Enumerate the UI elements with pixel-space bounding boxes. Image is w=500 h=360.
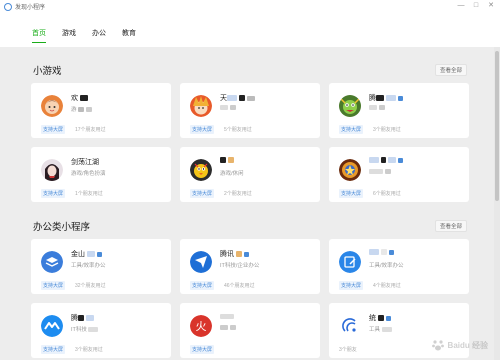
friends-used-count: 17个朋友用过: [75, 126, 106, 133]
meeting-icon: [41, 315, 63, 337]
view-all-games-button[interactable]: 查看全部: [435, 64, 468, 76]
card-name: [220, 313, 234, 320]
close-button[interactable]: ✕: [486, 1, 496, 11]
tab-active-indicator: [32, 41, 46, 43]
big-screen-badge: 支持大屏: [190, 189, 215, 198]
friends-used-count: 3个朋友用过: [75, 346, 103, 353]
section-title-office: 办公类小程序: [33, 222, 91, 233]
card-name: 天: [220, 93, 255, 103]
blue-layers-icon: [41, 251, 63, 273]
card-name: 统: [369, 313, 391, 323]
svg-text:火: 火: [196, 320, 207, 333]
office-card-3[interactable]: 工具/效率办公 支持大屏 4个朋友用过: [329, 239, 469, 294]
game-card-3[interactable]: 腾 支持大屏 3个朋友用过: [329, 83, 469, 138]
big-screen-badge: 支持大屏: [41, 345, 66, 354]
signal-arc-icon: [339, 315, 361, 337]
card-category: 游戏/休闲: [220, 171, 244, 177]
top-nav: 首页 游戏 办公 教育: [0, 14, 500, 47]
office-card-2[interactable]: 腾讯 IT科技/企业办公 支持大屏 46个朋友用过: [180, 239, 320, 294]
minimize-button[interactable]: —: [456, 1, 466, 11]
tab-education[interactable]: 教育: [122, 28, 136, 38]
big-screen-badge: 支持大屏: [190, 125, 215, 134]
main-content: 小游戏 查看全部 欢 游 支持大屏 17个朋友用过 天 支持大屏 5个朋友用过 …: [17, 47, 490, 360]
big-screen-badge: 支持大屏: [339, 281, 364, 290]
friends-used-count: 5个朋友用过: [224, 126, 252, 133]
app-logo-icon: [4, 3, 12, 11]
office-card-5[interactable]: 火 支持大屏: [180, 303, 320, 358]
big-screen-badge: 支持大屏: [190, 281, 215, 290]
big-screen-badge: 支持大屏: [41, 281, 66, 290]
card-name: 腾讯: [220, 249, 249, 259]
card-name: 腾: [369, 93, 403, 103]
red-seal-icon: 火: [190, 315, 212, 337]
scrollbar-thumb[interactable]: [495, 51, 499, 201]
friends-used-count: 1个朋友用过: [75, 190, 103, 197]
cartoon-girl-icon: [41, 95, 63, 117]
card-name: [369, 249, 394, 256]
game-monster-icon: [339, 95, 361, 117]
card-category: [369, 169, 391, 175]
friends-used-count: 4个朋友用过: [373, 282, 401, 289]
card-category: 游: [71, 105, 92, 113]
anime-character-icon: [190, 95, 212, 117]
card-name: 剑荡江湖: [71, 159, 99, 166]
paw-icon: [431, 340, 444, 351]
tab-home-label: 首页: [32, 30, 46, 37]
card-category: IT科技: [71, 325, 99, 333]
card-name: 腾: [71, 313, 94, 323]
card-name: 金山: [71, 249, 102, 259]
card-category: [220, 325, 236, 331]
friends-used-count: 2个朋友用过: [224, 190, 252, 197]
card-name: [369, 157, 403, 164]
game-card-1[interactable]: 欢 游 支持大屏 17个朋友用过: [31, 83, 171, 138]
big-screen-badge: 支持大屏: [339, 125, 364, 134]
big-screen-badge: 支持大屏: [41, 125, 66, 134]
friends-used-count: 3个朋友用过: [373, 126, 401, 133]
friends-used-count: 32个朋友用过: [75, 282, 106, 289]
window-controls: — □ ✕: [456, 1, 496, 11]
swordsman-portrait-icon: [41, 159, 63, 181]
watermark-text: Baidu 经验: [447, 340, 488, 350]
friends-used-count: 6个朋友用过: [373, 190, 401, 197]
game-card-5[interactable]: 游戏/休闲 支持大屏 2个朋友用过: [180, 147, 320, 202]
friends-used-count: 3个朋友: [339, 346, 357, 353]
tab-games-label: 游戏: [62, 30, 76, 37]
card-category: IT科技/企业办公: [220, 263, 260, 269]
card-name: [220, 157, 234, 164]
window-title: 发现小程序: [15, 5, 46, 11]
big-screen-badge: 支持大屏: [339, 189, 364, 198]
friends-used-count: 46个朋友用过: [224, 282, 255, 289]
bird-character-icon: [190, 159, 212, 181]
tab-office[interactable]: 办公: [92, 28, 106, 38]
tab-education-label: 教育: [122, 30, 136, 37]
edit-doc-icon: [339, 251, 361, 273]
tab-office-label: 办公: [92, 30, 106, 37]
view-all-office-button[interactable]: 查看全部: [435, 220, 468, 232]
tab-games[interactable]: 游戏: [62, 28, 76, 38]
card-category: 工具: [369, 325, 392, 333]
office-card-1[interactable]: 金山 工具/效率办公 支持大屏 32个朋友用过: [31, 239, 171, 294]
maximize-button[interactable]: □: [471, 1, 481, 11]
big-screen-badge: 支持大屏: [41, 189, 66, 198]
title-bar: 发现小程序 — □ ✕: [0, 0, 500, 14]
game-card-6[interactable]: 支持大屏 6个朋友用过: [329, 147, 469, 202]
card-category: [369, 105, 385, 111]
card-category: [220, 105, 236, 111]
scrollbar[interactable]: [494, 47, 500, 360]
card-category: 工具/效率办公: [71, 263, 106, 269]
card-category: 游戏/角色扮演: [71, 171, 106, 177]
game-card-4[interactable]: 剑荡江湖 游戏/角色扮演 支持大屏 1个朋友用过: [31, 147, 171, 202]
office-card-4[interactable]: 腾 IT科技 支持大屏 3个朋友用过: [31, 303, 171, 358]
game-card-2[interactable]: 天 支持大屏 5个朋友用过: [180, 83, 320, 138]
tab-home[interactable]: 首页: [32, 28, 46, 43]
section-title-mini-games: 小游戏: [33, 66, 62, 77]
big-screen-badge: 支持大屏: [190, 345, 215, 354]
blue-send-icon: [190, 251, 212, 273]
card-category: 工具/效率办公: [369, 263, 404, 269]
fantasy-badge-icon: [339, 159, 361, 181]
baidu-watermark: Baidu 经验: [431, 338, 488, 352]
card-name: 欢: [71, 93, 88, 103]
